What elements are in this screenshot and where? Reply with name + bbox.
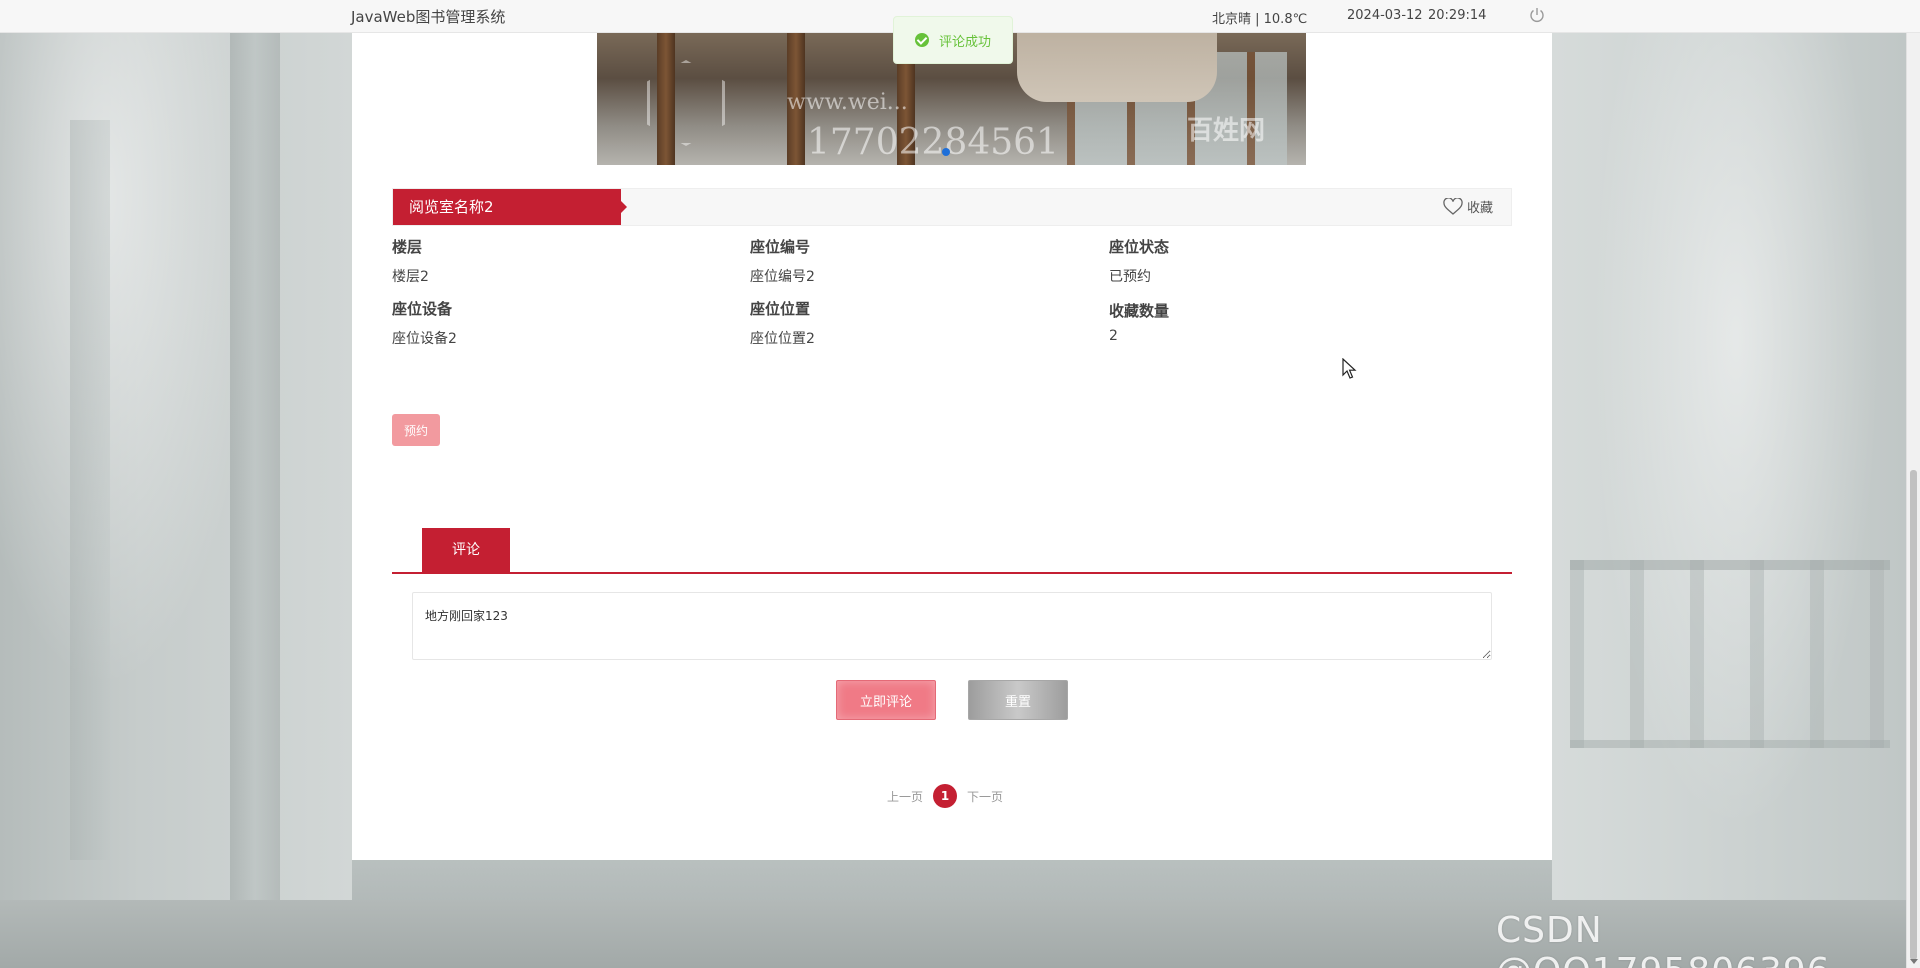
header-time: 20:29:14: [1428, 8, 1487, 23]
pagination: 上一页 1 下一页: [887, 784, 1003, 808]
seat-status-label: 座位状态: [1109, 238, 1170, 256]
background-left-scenery: [0, 0, 352, 968]
csdn-watermark: CSDN @QQ1795806396: [1496, 910, 1830, 968]
heart-icon: [1443, 197, 1463, 215]
hero-watermark-phone: 17702284561: [807, 122, 1059, 163]
current-page[interactable]: 1: [933, 784, 958, 808]
background-pillar: [230, 30, 280, 900]
seat-location-label: 座位位置: [750, 300, 811, 318]
background-railing: [1570, 560, 1890, 748]
site-brand[interactable]: JavaWeb图书管理系统: [351, 6, 505, 27]
seat-device-label: 座位设备: [392, 300, 453, 318]
vertical-scrollbar[interactable]: [1906, 0, 1920, 968]
scrollbar-thumb[interactable]: [1910, 470, 1917, 960]
reset-button[interactable]: 重置: [968, 680, 1068, 720]
power-icon[interactable]: [1528, 6, 1546, 24]
weather-info: 北京晴 | 10.8℃: [1212, 12, 1308, 27]
main-panel: www.wei... 17702284561 百姓网 阅览室名称2 收藏 楼层 …: [352, 32, 1552, 860]
seat-status-value: 已预约: [1109, 269, 1151, 285]
room-title: 阅览室名称2: [393, 189, 627, 225]
submit-comment-button[interactable]: 立即评论: [836, 680, 936, 720]
tab-comments[interactable]: 评论: [422, 528, 510, 572]
background-right-scenery: [1552, 0, 1920, 968]
toast-message: 评论成功: [938, 34, 991, 50]
hero-watermark-site: 百姓网: [1187, 116, 1266, 146]
carousel-indicator[interactable]: [942, 148, 950, 156]
seat-location-value: 座位位置2: [750, 331, 815, 347]
seat-number-value: 座位编号2: [750, 269, 815, 285]
success-toast: 评论成功: [893, 16, 1013, 64]
hero-watermark-url: www.wei...: [787, 90, 908, 115]
hero-chair-shape: [1017, 32, 1217, 102]
floor-value: 楼层2: [392, 269, 429, 285]
favorite-count-label: 收藏数量: [1109, 302, 1170, 320]
comment-input[interactable]: 地方刚回家123: [412, 592, 1492, 660]
favorite-label: 收藏: [1466, 201, 1493, 216]
room-title-bar: 阅览室名称2 收藏: [392, 188, 1512, 226]
favorite-button[interactable]: 收藏: [1443, 197, 1493, 216]
prev-page-link[interactable]: 上一页: [887, 788, 923, 805]
check-circle-icon: [914, 33, 929, 47]
seat-device-value: 座位设备2: [392, 331, 457, 347]
header-date: 2024-03-12: [1347, 8, 1423, 23]
reserve-button[interactable]: 预约: [392, 414, 440, 446]
next-page-link[interactable]: 下一页: [967, 788, 1003, 805]
favorite-count-value: 2: [1109, 328, 1118, 344]
background-pillar: [70, 120, 110, 860]
seat-number-label: 座位编号: [750, 238, 811, 256]
floor-label: 楼层: [392, 238, 423, 256]
tab-bar: 评论: [392, 528, 1512, 574]
mouse-cursor-icon: [1342, 358, 1357, 379]
